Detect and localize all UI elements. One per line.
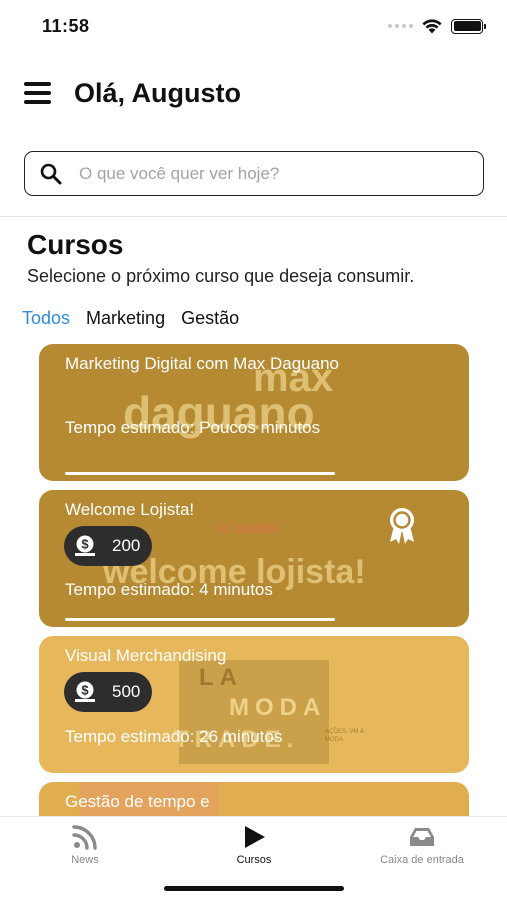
coin-icon: $ [75, 681, 95, 702]
svg-text:$: $ [81, 683, 89, 698]
course-title: Visual Merchandising [65, 646, 227, 665]
course-card-gestao-de-tempo[interactable]: Gestão de tempo e [39, 782, 469, 818]
search-icon [40, 163, 62, 184]
status-icons [388, 18, 486, 34]
tab-label: News [71, 854, 99, 866]
cover-art-text: LA [199, 664, 243, 691]
price-badge: $ 500 [64, 672, 152, 712]
course-progress-bar [65, 618, 335, 621]
svg-text:$: $ [81, 537, 89, 552]
hamburger-menu-icon[interactable] [24, 82, 52, 106]
price-badge: $ 200 [64, 526, 152, 566]
filter-tab-gestao[interactable]: Gestão [181, 308, 239, 329]
course-card-visual-merchandising[interactable]: LA MODA TRADE. AÇÕES, VM & MODA. Visual … [39, 636, 469, 773]
course-title: Marketing Digital com Max Daguano [65, 354, 340, 373]
cover-art-text: la moda [217, 520, 278, 537]
tab-news[interactable]: News [25, 823, 145, 866]
play-icon [245, 826, 265, 848]
tab-caixa-de-entrada[interactable]: Caixa de entrada [362, 823, 482, 866]
course-card-marketing-digital[interactable]: max daguano Marketing Digital com Max Da… [39, 344, 469, 481]
filter-tab-marketing[interactable]: Marketing [86, 308, 165, 329]
cellular-signal-icon [388, 24, 413, 28]
category-filter-tabs: Todos Marketing Gestão [22, 308, 239, 329]
filter-tab-todos[interactable]: Todos [22, 308, 70, 329]
cover-art-text: MODA [229, 694, 327, 721]
course-card-welcome-lojista[interactable]: la moda welcome lojista! Welcome Lojista… [39, 490, 469, 627]
award-ribbon-icon [390, 508, 414, 544]
status-bar: 11:58 [0, 0, 507, 54]
search-input[interactable] [79, 163, 439, 184]
price-value: 200 [112, 536, 141, 555]
course-title: Gestão de tempo e [65, 792, 210, 811]
status-time: 11:58 [42, 16, 90, 36]
tab-label: Cursos [236, 854, 272, 866]
inbox-tray-icon [410, 828, 434, 846]
course-estimated-time: Tempo estimado: 26 minutos [65, 727, 283, 746]
greeting-title: Olá, Augusto [74, 78, 241, 108]
price-value: 500 [112, 682, 141, 701]
coin-icon: $ [75, 535, 95, 556]
tab-cursos[interactable]: Cursos [194, 823, 314, 866]
search-bar[interactable] [24, 151, 484, 196]
course-estimated-time: Tempo estimado: 4 minutos [65, 580, 273, 599]
course-progress-bar [65, 472, 335, 475]
header-divider [0, 216, 507, 217]
home-indicator [164, 886, 344, 891]
battery-icon [451, 18, 486, 34]
section-subtitle: Selecione o próximo curso que deseja con… [27, 266, 415, 286]
tab-label: Caixa de entrada [380, 854, 464, 866]
course-estimated-time: Tempo estimado: Poucos minutos [65, 418, 321, 437]
app-header: Olá, Augusto [0, 72, 507, 118]
course-list: max daguano Marketing Digital com Max Da… [39, 344, 469, 818]
rss-feed-icon [72, 825, 97, 850]
section-title: Cursos [27, 229, 124, 260]
wifi-icon [422, 19, 442, 34]
course-title: Welcome Lojista! [65, 500, 195, 519]
